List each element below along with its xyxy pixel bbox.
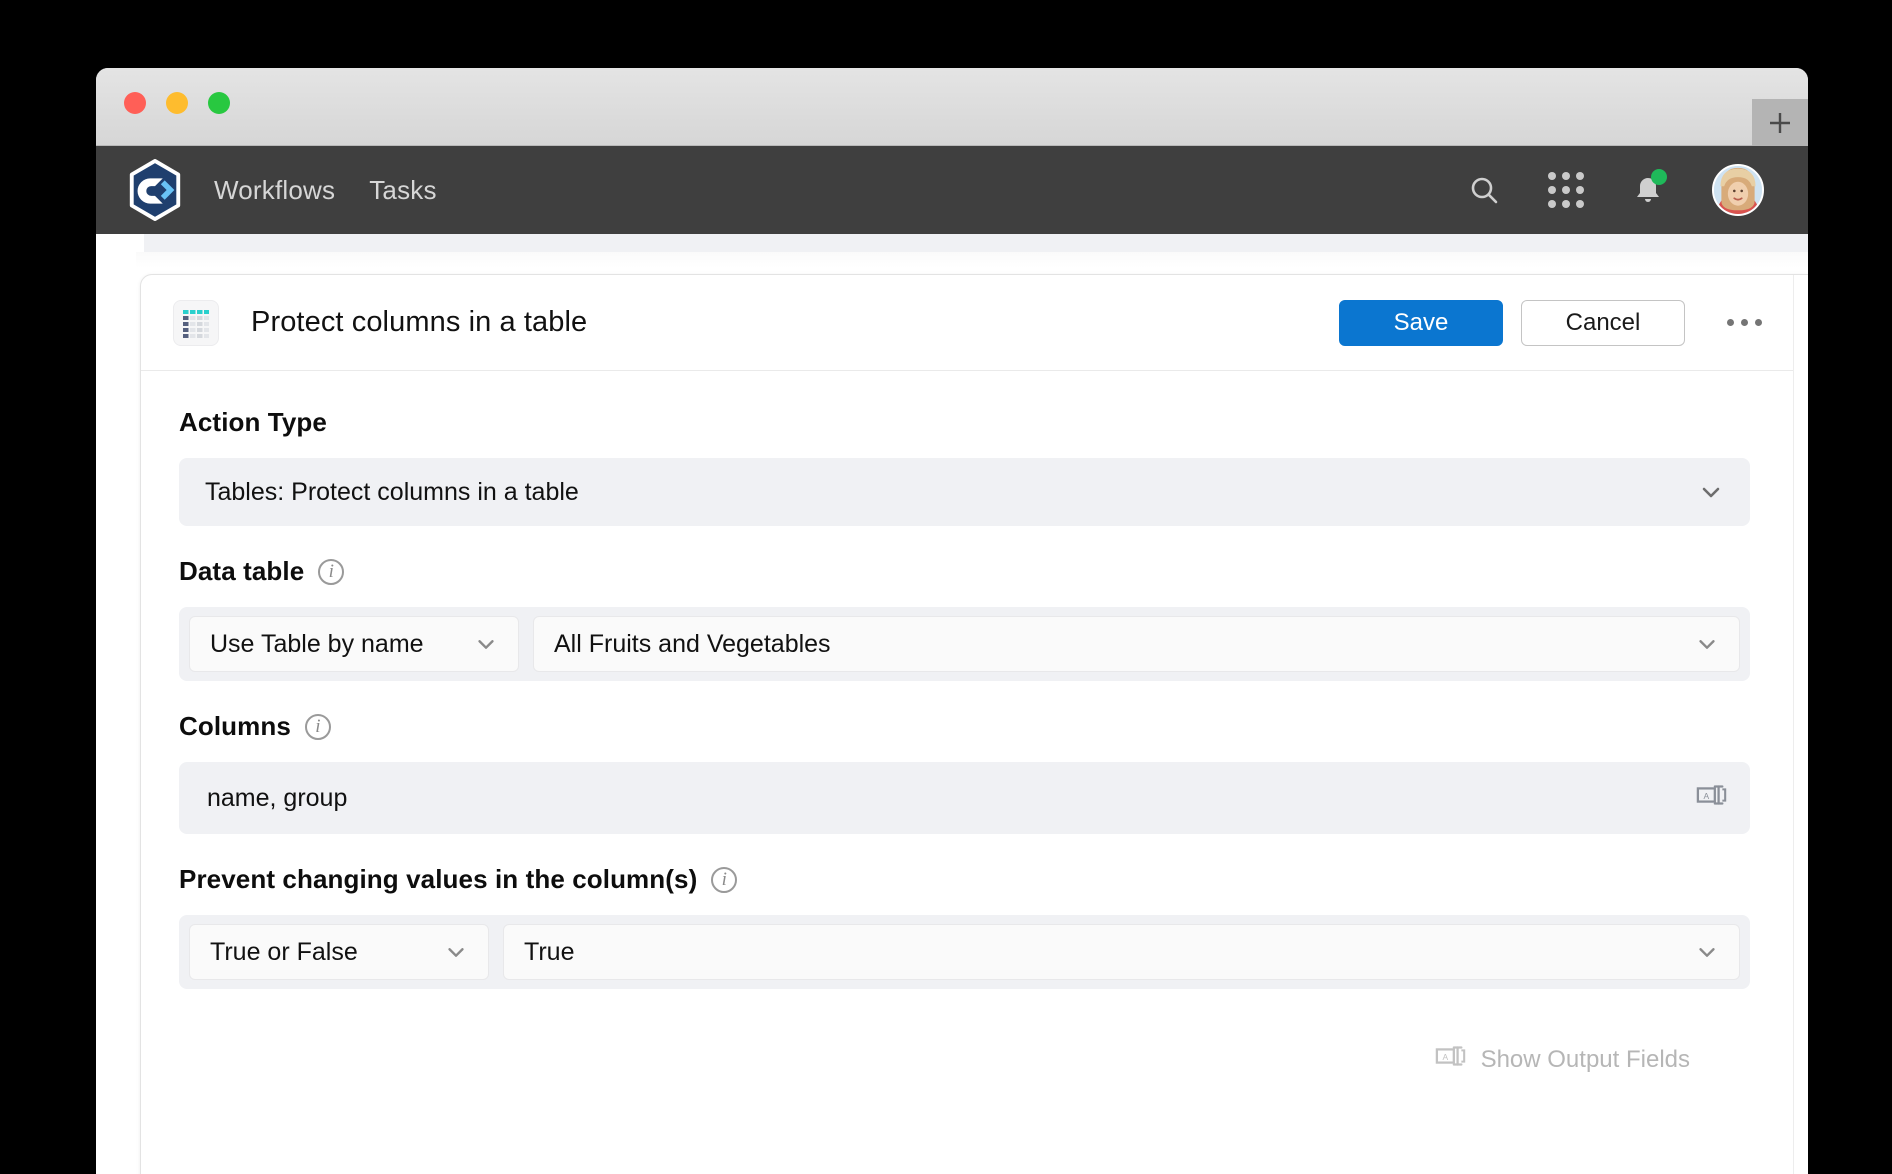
notification-badge (1651, 169, 1667, 185)
columns-input[interactable]: name, group A (179, 762, 1750, 834)
info-icon[interactable]: i (304, 713, 331, 740)
data-table-mode-value: Use Table by name (210, 629, 424, 658)
notifications-bell-icon[interactable] (1630, 169, 1667, 208)
nav-link-tasks[interactable]: Tasks (369, 175, 436, 206)
chevron-down-icon (1698, 479, 1724, 505)
page-content: Protect columns in a table Save Cancel A… (96, 234, 1808, 1174)
label-action-type-text: Action Type (179, 407, 327, 437)
app-top-navigation: Workflows Tasks (96, 146, 1808, 234)
nav-links: Workflows Tasks (214, 175, 437, 206)
browser-window: Workflows Tasks Protect columns in a tab… (96, 68, 1808, 1174)
data-table-name-select[interactable]: All Fruits and Vegetables (533, 616, 1740, 672)
action-editor-header: Protect columns in a table Save Cancel (141, 275, 1808, 371)
field-data-table: Data table i Use Table by name All Fruit… (179, 556, 1750, 681)
columns-value: name, group (207, 783, 348, 812)
svg-text:A: A (1442, 1052, 1448, 1062)
maximize-window-button[interactable] (208, 92, 230, 114)
close-window-button[interactable] (124, 92, 146, 114)
data-table-controls: Use Table by name All Fruits and Vegetab… (179, 607, 1750, 681)
label-data-table: Data table i (179, 556, 1750, 587)
show-output-fields-label: Show Output Fields (1480, 1045, 1690, 1073)
app-logo-icon[interactable] (122, 157, 188, 223)
prevent-changing-value: True (524, 937, 575, 966)
label-prevent-changing-text: Prevent changing values in the column(s) (179, 864, 698, 894)
label-columns-text: Columns (179, 711, 291, 741)
cancel-button[interactable]: Cancel (1521, 299, 1685, 346)
new-tab-button[interactable] (1752, 99, 1808, 146)
avatar-photo (1714, 166, 1762, 214)
more-options-icon[interactable] (1721, 309, 1768, 336)
prevent-changing-value-select[interactable]: True (503, 924, 1740, 980)
previous-card-shadow (136, 252, 1808, 268)
insert-variable-icon: A (1435, 1043, 1467, 1076)
label-prevent-changing: Prevent changing values in the column(s)… (179, 864, 1750, 895)
user-avatar[interactable] (1712, 164, 1764, 216)
action-form: Action Type Tables: Protect columns in a… (141, 371, 1808, 1076)
minimize-window-button[interactable] (166, 92, 188, 114)
header-actions: Save Cancel (1339, 299, 1768, 346)
info-icon[interactable]: i (318, 558, 345, 585)
show-output-fields-button[interactable]: A Show Output Fields (179, 1019, 1750, 1076)
chevron-down-icon (452, 632, 498, 656)
nav-link-workflows[interactable]: Workflows (214, 175, 335, 206)
field-action-type: Action Type Tables: Protect columns in a… (179, 407, 1750, 526)
label-data-table-text: Data table (179, 556, 305, 586)
traffic-lights (124, 92, 230, 114)
info-icon[interactable]: i (711, 866, 738, 893)
prevent-changing-mode-value: True or False (210, 937, 358, 966)
data-table-name-value: All Fruits and Vegetables (554, 629, 831, 658)
insert-variable-icon[interactable]: A (1696, 782, 1728, 815)
previous-card-partial (144, 234, 1808, 254)
svg-text:A: A (1704, 790, 1710, 800)
prevent-changing-controls: True or False True (179, 915, 1750, 989)
page-title: Protect columns in a table (251, 306, 588, 338)
search-icon[interactable] (1466, 172, 1502, 208)
apps-grid-dots (1548, 172, 1584, 208)
action-type-value: Tables: Protect columns in a table (205, 477, 579, 506)
field-columns: Columns i name, group A (179, 711, 1750, 834)
label-action-type: Action Type (179, 407, 1750, 438)
nav-right-actions (1466, 164, 1764, 216)
data-table-mode-select[interactable]: Use Table by name (189, 616, 519, 672)
prevent-changing-mode-select[interactable]: True or False (189, 924, 489, 980)
plus-icon (1770, 112, 1790, 133)
action-editor-card: Protect columns in a table Save Cancel A… (140, 274, 1808, 1174)
apps-grid-icon[interactable] (1548, 172, 1584, 208)
label-columns: Columns i (179, 711, 1750, 742)
browser-titlebar (96, 68, 1808, 146)
field-prevent-changing: Prevent changing values in the column(s)… (179, 864, 1750, 989)
chevron-down-icon (1673, 940, 1719, 964)
data-table-icon (173, 299, 219, 346)
card-scrollbar[interactable] (1793, 275, 1808, 1174)
chevron-down-icon (422, 940, 468, 964)
action-type-select[interactable]: Tables: Protect columns in a table (179, 458, 1750, 526)
save-button[interactable]: Save (1339, 299, 1503, 346)
chevron-down-icon (1673, 632, 1719, 656)
